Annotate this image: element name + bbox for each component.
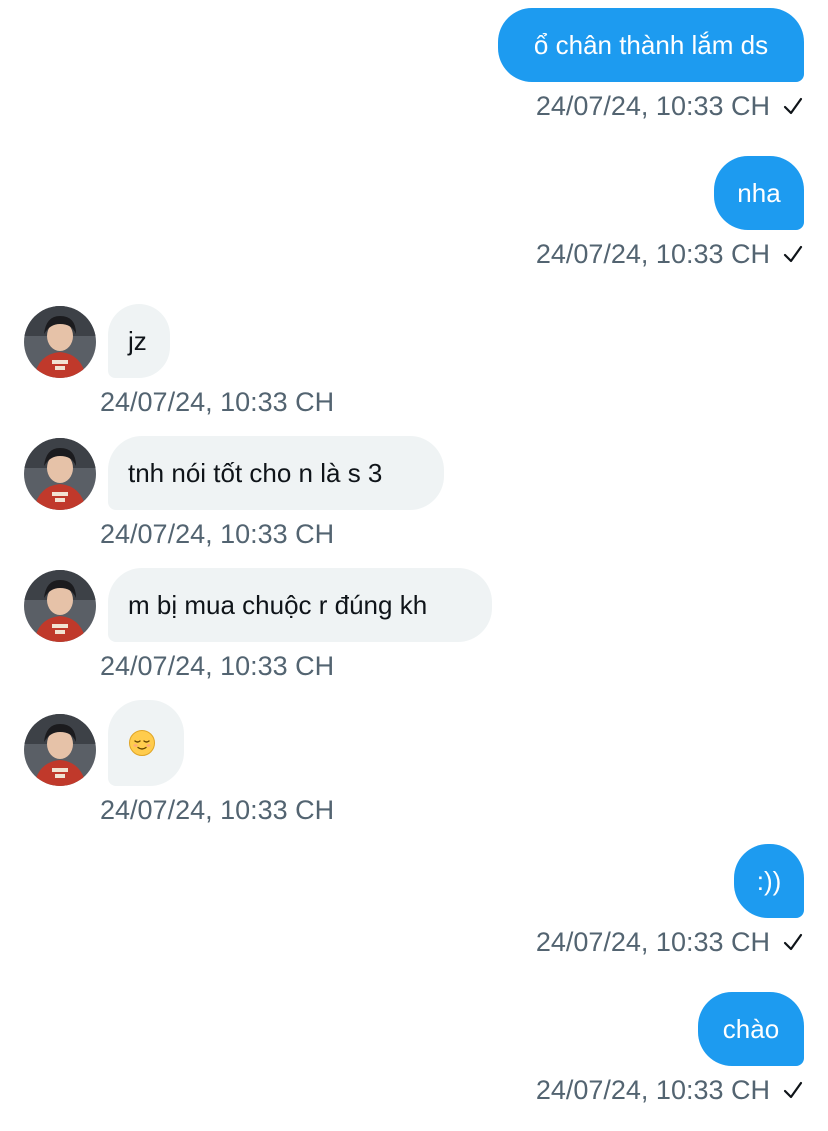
avatar[interactable] <box>24 438 96 510</box>
message-text: chào <box>722 1014 780 1044</box>
message-text: nha <box>737 178 781 208</box>
message-bubble[interactable]: :)) <box>734 844 804 918</box>
avatar[interactable] <box>24 306 96 378</box>
message-bubble[interactable]: jz <box>108 304 170 378</box>
message-meta: 24/07/24, 10:33 CH <box>536 1074 804 1106</box>
message-bubble[interactable]: nha <box>714 156 804 230</box>
message-text: :)) <box>756 866 782 896</box>
avatar-image <box>24 714 96 786</box>
message-bubble[interactable] <box>108 700 184 786</box>
relieved-face-emoji-icon <box>129 730 155 756</box>
avatar[interactable] <box>24 570 96 642</box>
avatar-image <box>24 570 96 642</box>
message-text: tnh nói tốt cho n là s 3 <box>128 458 383 488</box>
check-icon <box>783 97 803 115</box>
message-bubble[interactable]: ổ chân thành lắm ds <box>498 8 804 82</box>
message-meta: 24/07/24, 10:33 CH <box>100 386 334 418</box>
message-timestamp: 24/07/24, 10:33 CH <box>535 1075 770 1105</box>
message-timestamp: 24/07/24, 10:33 CH <box>100 795 335 825</box>
avatar[interactable] <box>24 714 96 786</box>
message-timestamp: 24/07/24, 10:33 CH <box>100 651 335 681</box>
message-text: jz <box>128 326 147 356</box>
message-meta: 24/07/24, 10:33 CH <box>536 90 804 122</box>
message-meta: 24/07/24, 10:33 CH <box>536 238 804 270</box>
message-meta: 24/07/24, 10:33 CH <box>100 650 334 682</box>
message-timestamp: 24/07/24, 10:33 CH <box>100 519 335 549</box>
check-icon <box>783 245 803 263</box>
message-timestamp: 24/07/24, 10:33 CH <box>535 91 770 121</box>
message-bubble[interactable]: m bị mua chuộc r đúng kh <box>108 568 492 642</box>
message-bubble[interactable]: chào <box>698 992 804 1066</box>
message-timestamp: 24/07/24, 10:33 CH <box>535 927 770 957</box>
check-icon <box>783 1081 803 1099</box>
avatar-image <box>24 438 96 510</box>
check-icon <box>783 933 803 951</box>
message-bubble[interactable]: tnh nói tốt cho n là s 3 <box>108 436 444 510</box>
message-timestamp: 24/07/24, 10:33 CH <box>535 239 770 269</box>
message-text: m bị mua chuộc r đúng kh <box>128 590 428 620</box>
message-text: ổ chân thành lắm ds <box>533 30 769 60</box>
message-timestamp: 24/07/24, 10:33 CH <box>100 387 335 417</box>
avatar-image <box>24 306 96 378</box>
message-meta: 24/07/24, 10:33 CH <box>536 926 804 958</box>
message-meta: 24/07/24, 10:33 CH <box>100 794 334 826</box>
message-meta: 24/07/24, 10:33 CH <box>100 518 334 550</box>
